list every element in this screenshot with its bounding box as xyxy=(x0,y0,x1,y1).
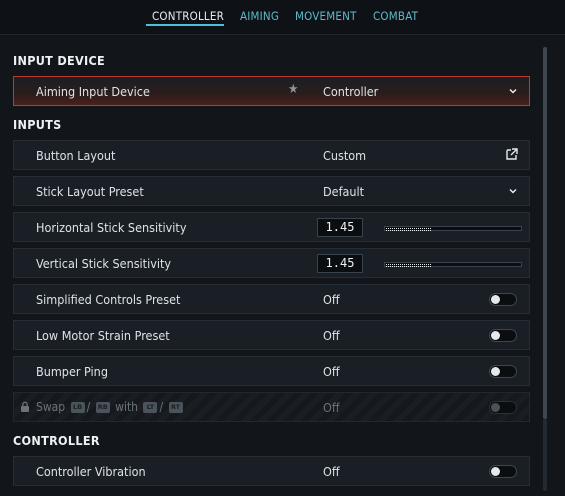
row-vertical-stick-sensitivity: Vertical Stick Sensitivity 1.45 xyxy=(13,248,530,278)
row-bumper-ping[interactable]: Bumper Ping Off xyxy=(13,356,530,386)
low-motor-strain-toggle[interactable] xyxy=(489,329,517,342)
row-label: Controller Vibration xyxy=(36,464,146,479)
row-simplified-controls-preset[interactable]: Simplified Controls Preset Off xyxy=(13,284,530,314)
row-label: Button Layout xyxy=(36,148,116,163)
row-label: Horizontal Stick Sensitivity xyxy=(36,220,187,235)
tabs-divider xyxy=(0,34,565,35)
row-value: Off xyxy=(323,364,340,379)
external-link-icon xyxy=(506,148,518,160)
rb-button-icon: RB xyxy=(95,402,110,413)
row-low-motor-strain-preset[interactable]: Low Motor Strain Preset Off xyxy=(13,320,530,350)
row-label: Vertical Stick Sensitivity xyxy=(36,256,172,271)
chevron-down-icon xyxy=(509,188,517,194)
row-stick-layout-preset[interactable]: Stick Layout Preset Default xyxy=(13,176,530,206)
section-title-controller: CONTROLLER xyxy=(13,433,100,448)
bumper-ping-toggle[interactable] xyxy=(489,365,517,378)
row-label: Stick Layout Preset xyxy=(36,184,144,199)
chevron-down-icon xyxy=(509,88,517,94)
swap-separator: / xyxy=(86,400,91,414)
vertical-sensitivity-input[interactable]: 1.45 xyxy=(317,254,363,273)
horizontal-sensitivity-input[interactable]: 1.45 xyxy=(317,218,363,237)
star-icon: ★ xyxy=(288,82,299,97)
row-label: Aiming Input Device xyxy=(36,84,150,99)
vertical-sensitivity-slider[interactable] xyxy=(384,262,522,267)
row-value: Custom xyxy=(323,148,367,163)
swap-prefix: Swap xyxy=(36,400,66,414)
row-aiming-input-device[interactable]: Aiming Input Device ★ Controller xyxy=(13,76,530,106)
section-title-inputs: INPUTS xyxy=(13,117,62,132)
simplified-controls-toggle[interactable] xyxy=(489,293,517,306)
horizontal-sensitivity-slider[interactable] xyxy=(384,226,522,231)
row-value: Off xyxy=(323,400,340,415)
swap-toggle xyxy=(489,401,517,414)
row-button-layout[interactable]: Button Layout Custom xyxy=(13,140,530,170)
slider-fill xyxy=(386,264,431,267)
toggle-knob xyxy=(491,403,500,412)
rt-button-icon: RT xyxy=(168,402,183,413)
swap-with: with xyxy=(115,400,139,414)
swap-separator: / xyxy=(159,400,164,414)
toggle-knob xyxy=(491,295,500,304)
tab-movement[interactable]: MOVEMENT xyxy=(295,9,357,23)
section-title-input-device: INPUT DEVICE xyxy=(13,53,105,68)
row-swap-bumpers-triggers: Swap LB / RB with LT / RT Off xyxy=(13,392,530,422)
lb-button-icon: LB xyxy=(70,402,85,413)
lt-button-icon: LT xyxy=(143,402,158,413)
row-horizontal-stick-sensitivity: Horizontal Stick Sensitivity 1.45 xyxy=(13,212,530,242)
row-label: Low Motor Strain Preset xyxy=(36,328,170,343)
toggle-knob xyxy=(491,331,500,340)
tab-aiming[interactable]: AIMING xyxy=(240,9,279,23)
row-label: Bumper Ping xyxy=(36,364,108,379)
scrollbar-thumb[interactable] xyxy=(543,47,547,419)
row-value: Off xyxy=(323,328,340,343)
tab-combat[interactable]: COMBAT xyxy=(373,9,418,23)
row-value: Controller xyxy=(323,84,379,99)
toggle-knob xyxy=(491,367,500,376)
controller-vibration-toggle[interactable] xyxy=(489,465,517,478)
tab-controller[interactable]: CONTROLLER xyxy=(152,9,224,23)
row-label: Simplified Controls Preset xyxy=(36,292,181,307)
active-tab-indicator xyxy=(146,24,224,26)
slider-fill xyxy=(386,228,431,231)
row-value: Default xyxy=(323,184,365,199)
swap-label: Swap LB / RB with LT / RT xyxy=(36,400,185,414)
toggle-knob xyxy=(491,467,500,476)
lock-icon xyxy=(21,401,29,412)
scrollbar-track[interactable] xyxy=(543,419,547,491)
row-value: Off xyxy=(323,464,340,479)
settings-tabs: CONTROLLER AIMING MOVEMENT COMBAT xyxy=(0,0,565,34)
row-value: Off xyxy=(323,292,340,307)
row-controller-vibration[interactable]: Controller Vibration Off xyxy=(13,456,530,486)
